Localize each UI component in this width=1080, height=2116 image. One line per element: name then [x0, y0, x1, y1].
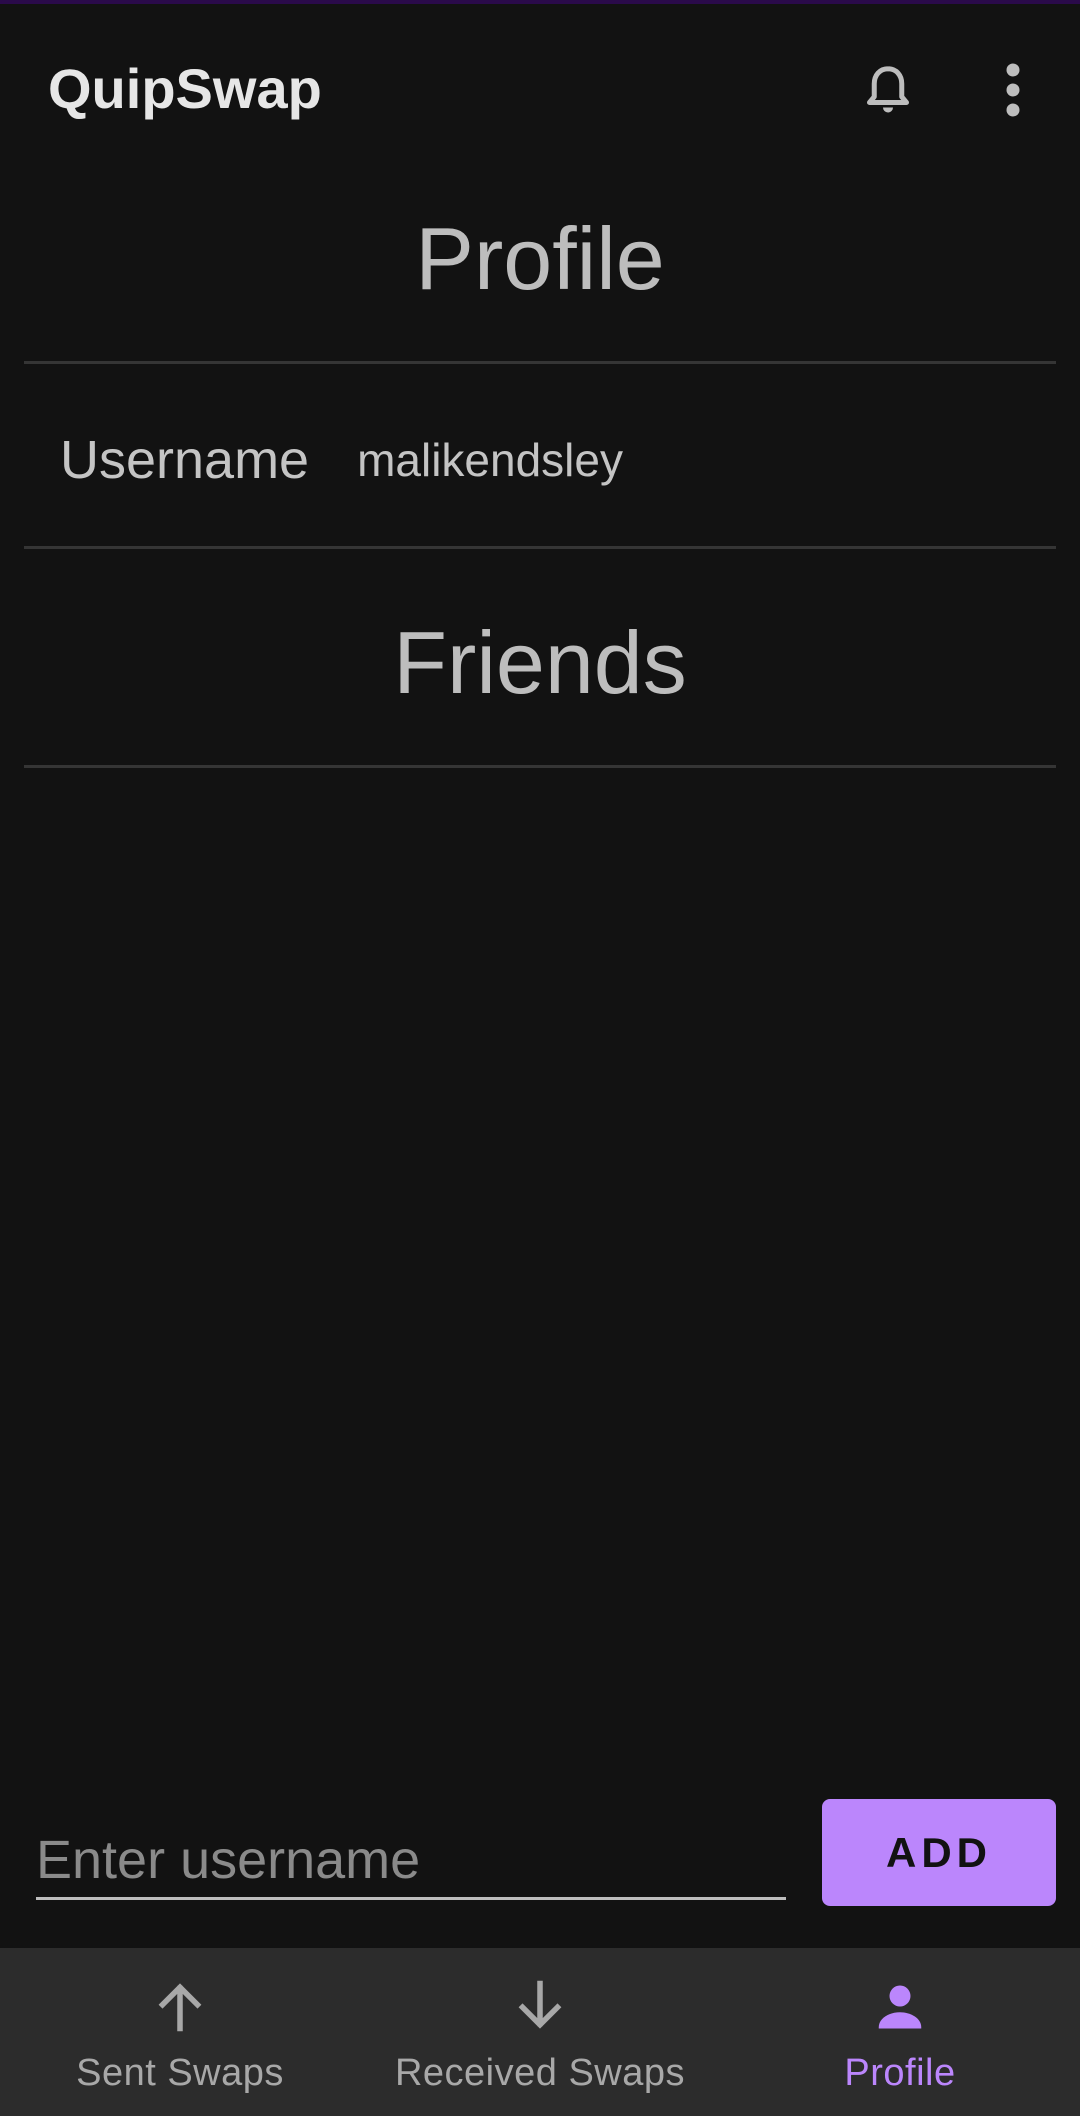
- profile-heading: Profile: [415, 209, 665, 308]
- bell-icon: [867, 66, 909, 113]
- divider: [24, 361, 1056, 364]
- username-label: Username: [60, 430, 310, 490]
- nav-item-received-swaps[interactable]: Received Swaps: [360, 1948, 720, 2116]
- nav-label: Sent Swaps: [76, 2052, 284, 2094]
- profile-screen: QuipSwap Profile Username malikendsley F…: [0, 0, 1080, 2116]
- add-friend-button[interactable]: ADD: [822, 1799, 1056, 1906]
- nav-item-profile[interactable]: Profile: [720, 1948, 1080, 2116]
- person-icon: [878, 1985, 922, 2029]
- divider: [24, 765, 1056, 768]
- app-bar: QuipSwap: [0, 4, 1080, 172]
- nav-item-sent-swaps[interactable]: Sent Swaps: [0, 1948, 360, 2116]
- overflow-menu-button[interactable]: [965, 42, 1061, 138]
- app-title: QuipSwap: [48, 57, 322, 120]
- add-friend-field: [36, 1800, 786, 1900]
- friends-list: [24, 770, 1056, 1770]
- more-vert-icon: [1006, 63, 1020, 117]
- username-input[interactable]: [36, 1800, 786, 1897]
- nav-label: Profile: [844, 2052, 956, 2094]
- arrow-down-icon: [518, 1980, 562, 2029]
- username-row: Username malikendsley: [60, 425, 623, 495]
- friends-heading: Friends: [393, 613, 687, 712]
- nav-label: Received Swaps: [394, 2052, 686, 2094]
- bottom-navigation: Sent Swaps Received Swaps Profile: [0, 1948, 1080, 2116]
- divider: [24, 546, 1056, 549]
- notifications-button[interactable]: [840, 42, 936, 138]
- username-value: malikendsley: [357, 434, 623, 486]
- arrow-up-icon: [158, 1983, 202, 2032]
